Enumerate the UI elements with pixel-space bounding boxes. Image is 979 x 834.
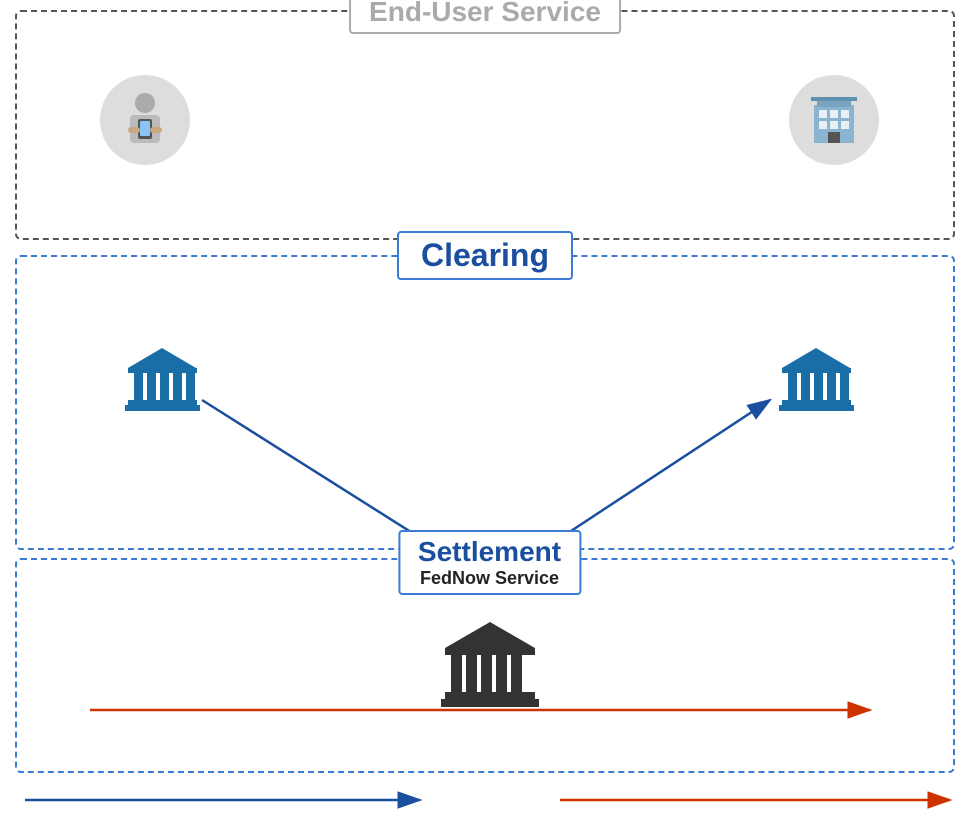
fednow-label: FedNow Service <box>418 568 561 589</box>
receiver-bank-icon <box>774 340 859 430</box>
clearing-label: Clearing <box>397 231 573 280</box>
settlement-label-container: Settlement FedNow Service <box>398 530 581 595</box>
sender-bank-icon <box>120 340 205 430</box>
building-icon <box>789 75 879 165</box>
settlement-title: Settlement <box>418 536 561 568</box>
diagram-container: End-User Service Clearing Settlement Fed… <box>0 0 979 834</box>
end-user-service-label: End-User Service <box>349 0 621 34</box>
person-icon <box>100 75 190 165</box>
fednow-bank-icon <box>435 612 545 727</box>
